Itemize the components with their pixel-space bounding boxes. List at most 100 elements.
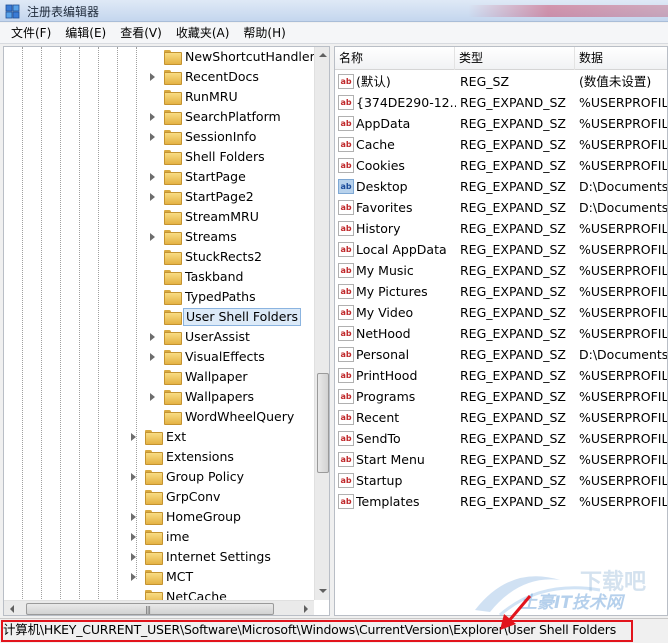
tree-item[interactable]: StreamMRU — [4, 207, 314, 227]
tree-item[interactable]: Group Policy — [4, 467, 314, 487]
expand-arrow-icon[interactable] — [150, 133, 155, 141]
tree-item-label: MCT — [166, 569, 194, 584]
expand-arrow-icon[interactable] — [131, 433, 136, 441]
tree-item[interactable]: Extensions — [4, 447, 314, 467]
value-row[interactable]: ab Templates REG_EXPAND_SZ %USERPROFILE — [335, 491, 667, 512]
scroll-right-icon[interactable] — [304, 605, 308, 613]
value-name: Desktop — [356, 179, 408, 194]
tree-item[interactable]: RunMRU — [4, 87, 314, 107]
value-row[interactable]: ab My Video REG_EXPAND_SZ %USERPROFILE — [335, 302, 667, 323]
folder-icon — [164, 310, 182, 325]
menu-item[interactable]: 帮助(H) — [236, 23, 292, 43]
string-value-icon: ab — [338, 221, 354, 236]
expand-arrow-icon[interactable] — [150, 193, 155, 201]
tree-item[interactable]: Streams — [4, 227, 314, 247]
value-row[interactable]: ab PrintHood REG_EXPAND_SZ %USERPROFILE — [335, 365, 667, 386]
scroll-left-icon[interactable] — [10, 605, 14, 613]
menu-item[interactable]: 收藏夹(A) — [169, 23, 237, 43]
value-row[interactable]: ab Desktop REG_EXPAND_SZ D:\Documents\ — [335, 176, 667, 197]
tree-item[interactable]: SearchPlatform — [4, 107, 314, 127]
scroll-up-icon[interactable] — [319, 53, 327, 57]
key-tree-pane[interactable]: NewShortcutHandlers RecentDocs RunMRU Searc… — [3, 46, 330, 616]
folder-icon — [164, 290, 182, 305]
tree-item-label: RecentDocs — [185, 69, 259, 84]
expand-arrow-icon[interactable] — [150, 113, 155, 121]
tree-item[interactable]: Internet Settings — [4, 547, 314, 567]
expand-arrow-icon[interactable] — [150, 173, 155, 181]
folder-icon — [145, 530, 163, 545]
column-header-type[interactable]: 类型 — [455, 47, 575, 70]
value-row[interactable]: ab Personal REG_EXPAND_SZ D:\Documents — [335, 344, 667, 365]
value-type: REG_SZ — [460, 74, 510, 89]
value-row[interactable]: ab AppData REG_EXPAND_SZ %USERPROFILE — [335, 113, 667, 134]
value-list-pane[interactable]: 名称 类型 数据 ab (默认) REG_SZ (数值未设置) ab {374DE290-… — [334, 46, 668, 616]
tree-item[interactable]: Shell Folders — [4, 147, 314, 167]
menu-item[interactable]: 编辑(E) — [58, 23, 113, 43]
value-row[interactable]: ab Cache REG_EXPAND_SZ %USERPROFILE — [335, 134, 667, 155]
tree-item-label: Extensions — [166, 449, 234, 464]
tree-item[interactable]: MCT — [4, 567, 314, 587]
value-row[interactable]: ab {374DE290-12... REG_EXPAND_SZ %USERPROFI… — [335, 92, 667, 113]
value-row[interactable]: ab Startup REG_EXPAND_SZ %USERPROFILE — [335, 470, 667, 491]
value-row[interactable]: ab (默认) REG_SZ (数值未设置) — [335, 71, 667, 92]
expand-arrow-icon[interactable] — [131, 533, 136, 541]
expand-arrow-icon[interactable] — [150, 73, 155, 81]
tree-item[interactable]: GrpConv — [4, 487, 314, 507]
tree-item[interactable]: WordWheelQuery — [4, 407, 314, 427]
value-row[interactable]: ab Recent REG_EXPAND_SZ %USERPROFILE — [335, 407, 667, 428]
scroll-down-icon[interactable] — [319, 589, 327, 593]
tree-item[interactable]: StartPage2 — [4, 187, 314, 207]
expand-arrow-icon[interactable] — [131, 513, 136, 521]
expand-arrow-icon[interactable] — [131, 573, 136, 581]
column-header-name[interactable]: 名称 — [335, 47, 455, 70]
tree-item[interactable]: User Shell Folders — [4, 307, 314, 327]
value-row[interactable]: ab History REG_EXPAND_SZ %USERPROFILE — [335, 218, 667, 239]
expand-arrow-icon[interactable] — [131, 473, 136, 481]
tree-item[interactable]: ime — [4, 527, 314, 547]
tree-item[interactable]: VisualEffects — [4, 347, 314, 367]
folder-icon — [164, 130, 182, 145]
tree-item-label: StreamMRU — [185, 209, 259, 224]
tree-item-label: Wallpaper — [185, 369, 248, 384]
value-row[interactable]: ab My Pictures REG_EXPAND_SZ %USERPROFILE — [335, 281, 667, 302]
value-type: REG_EXPAND_SZ — [460, 389, 566, 404]
tree-item[interactable]: RecentDocs — [4, 67, 314, 87]
tree-item[interactable]: Ext — [4, 427, 314, 447]
value-row[interactable]: ab Local AppData REG_EXPAND_SZ %USERPROFILE — [335, 239, 667, 260]
tree-item[interactable]: Taskband — [4, 267, 314, 287]
value-row[interactable]: ab SendTo REG_EXPAND_SZ %USERPROFILE — [335, 428, 667, 449]
column-header-data[interactable]: 数据 — [575, 47, 667, 70]
value-name: Programs — [356, 389, 416, 404]
tree-item[interactable]: SessionInfo — [4, 127, 314, 147]
tree-item[interactable]: StuckRects2 — [4, 247, 314, 267]
value-row[interactable]: ab Start Menu REG_EXPAND_SZ %USERPROFILE — [335, 449, 667, 470]
value-row[interactable]: ab Programs REG_EXPAND_SZ %USERPROFILE — [335, 386, 667, 407]
tree-item[interactable]: TypedPaths — [4, 287, 314, 307]
expand-arrow-icon[interactable] — [150, 393, 155, 401]
tree-item[interactable]: NewShortcutHandlers — [4, 47, 321, 67]
menu-item[interactable]: 查看(V) — [113, 23, 169, 43]
tree-vertical-scroll-thumb[interactable] — [317, 373, 329, 473]
value-type: REG_EXPAND_SZ — [460, 284, 566, 299]
value-data: D:\Documents\ — [579, 200, 668, 215]
expand-arrow-icon[interactable] — [150, 353, 155, 361]
value-row[interactable]: ab My Music REG_EXPAND_SZ %USERPROFILE — [335, 260, 667, 281]
title-bar[interactable]: 注册表编辑器 — [0, 0, 668, 22]
expand-arrow-icon[interactable] — [131, 553, 136, 561]
value-row[interactable]: ab Cookies REG_EXPAND_SZ %USERPROFILE — [335, 155, 667, 176]
tree-item[interactable]: Wallpapers — [4, 387, 314, 407]
tree-item[interactable]: Wallpaper — [4, 367, 314, 387]
value-row[interactable]: ab NetHood REG_EXPAND_SZ %USERPROFILE — [335, 323, 667, 344]
menu-item[interactable]: 文件(F) — [4, 23, 58, 43]
tree-item[interactable]: StartPage — [4, 167, 314, 187]
value-row[interactable]: ab Favorites REG_EXPAND_SZ D:\Documents\ — [335, 197, 668, 218]
tree-vertical-scrollbar[interactable] — [314, 47, 329, 600]
expand-arrow-icon[interactable] — [150, 233, 155, 241]
value-name: History — [356, 221, 401, 236]
tree-horizontal-scroll-thumb[interactable]: ||| — [26, 603, 274, 615]
tree-item[interactable]: HomeGroup — [4, 507, 314, 527]
expand-arrow-icon[interactable] — [150, 333, 155, 341]
tree-horizontal-scrollbar[interactable]: ||| — [4, 600, 314, 615]
tree-item[interactable]: UserAssist — [4, 327, 314, 347]
value-name: AppData — [356, 116, 411, 131]
